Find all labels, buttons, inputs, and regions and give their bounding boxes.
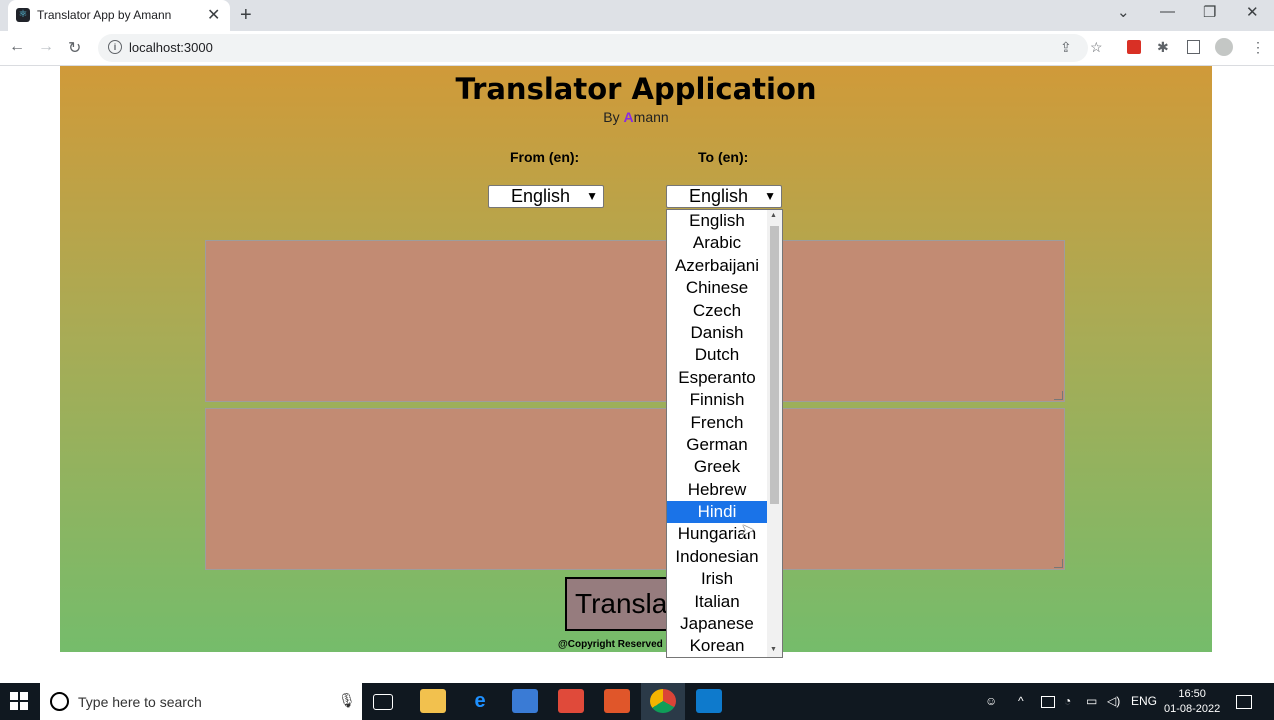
- dropdown-option[interactable]: Hebrew: [667, 479, 767, 501]
- dropdown-option[interactable]: Czech: [667, 300, 767, 322]
- to-language-value: English: [689, 186, 749, 206]
- page-title: Translator Application: [455, 72, 817, 106]
- new-tab-button[interactable]: +: [240, 4, 252, 27]
- battery-icon[interactable]: ▭: [1086, 694, 1097, 708]
- resize-grip-icon[interactable]: [1054, 559, 1063, 568]
- chevron-down-icon: ▼: [764, 189, 776, 203]
- browser-tab[interactable]: ⚛ Translator App by Amann ✕: [8, 0, 230, 31]
- address-bar[interactable]: i localhost:3000 ⇪: [98, 34, 1088, 62]
- translated-text-output[interactable]: [205, 408, 1065, 570]
- scrollbar-thumb[interactable]: [770, 226, 779, 504]
- dropdown-option[interactable]: Korean: [667, 635, 767, 657]
- clock-date: 01-08-2022: [1164, 703, 1221, 715]
- chevron-down-icon: ▼: [586, 189, 598, 203]
- dropdown-option[interactable]: English: [667, 210, 767, 232]
- menu-kebab-icon[interactable]: ⋮: [1251, 39, 1265, 56]
- dropdown-option[interactable]: Arabic: [667, 232, 767, 254]
- dropdown-option[interactable]: Greek: [667, 456, 767, 478]
- byline-accent: A: [623, 109, 634, 125]
- restore-button[interactable]: ❐: [1203, 3, 1216, 21]
- tab-close-icon[interactable]: ✕: [207, 5, 220, 25]
- scroll-down-arrow-icon[interactable]: ▼: [770, 646, 777, 653]
- forward-icon[interactable]: →: [38, 38, 54, 56]
- from-language-select[interactable]: English ▼: [488, 185, 604, 208]
- dropdown-option[interactable]: Finnish: [667, 389, 767, 411]
- byline-rest: mann: [633, 109, 669, 125]
- system-clock[interactable]: 16:50 01-08-2022: [1164, 687, 1220, 717]
- extension-red-icon[interactable]: [1127, 40, 1141, 54]
- microphone-icon[interactable]: 🎙: [338, 692, 356, 709]
- vscode-icon[interactable]: [696, 689, 722, 713]
- byline: By Amann: [60, 109, 1212, 125]
- copyright-text: @Copyright Reserved: [558, 639, 663, 650]
- from-language-value: English: [511, 186, 571, 206]
- browser-toolbar: ← → ↻ i localhost:3000 ⇪ ☆ ✱ ⋮: [0, 31, 1274, 66]
- side-panel-icon[interactable]: [1187, 40, 1200, 54]
- microsoft-store-icon[interactable]: [512, 689, 538, 713]
- extensions-puzzle-icon[interactable]: ✱: [1157, 39, 1169, 56]
- reload-icon[interactable]: ↻: [68, 38, 81, 58]
- dropdown-option[interactable]: Azerbaijani: [667, 255, 767, 277]
- mail-app-icon[interactable]: [558, 689, 584, 713]
- minimize-button[interactable]: —: [1160, 3, 1175, 20]
- chrome-icon[interactable]: [650, 689, 676, 713]
- url-text[interactable]: localhost:3000: [129, 40, 213, 55]
- close-window-button[interactable]: ✕: [1246, 3, 1259, 21]
- scroll-up-arrow-icon[interactable]: ▲: [770, 212, 777, 219]
- back-icon[interactable]: ←: [9, 38, 25, 56]
- edge-browser-icon[interactable]: e: [467, 689, 493, 713]
- tab-strip: ⚛ Translator App by Amann ✕ + ⌄ — ❐ ✕: [0, 0, 1274, 31]
- cortana-circle-icon: [50, 692, 69, 711]
- dropdown-option[interactable]: Danish: [667, 322, 767, 344]
- byline-prefix: By: [603, 109, 624, 125]
- people-icon[interactable]: ☺: [985, 694, 997, 708]
- react-favicon-icon: ⚛: [16, 8, 30, 22]
- dropdown-scrollbar[interactable]: ▲ ▼: [767, 210, 782, 657]
- app-page: Translator Application By Amann From (en…: [60, 66, 1212, 652]
- profile-avatar-icon[interactable]: [1215, 38, 1233, 56]
- site-info-icon[interactable]: i: [108, 40, 122, 54]
- dropdown-option[interactable]: Irish: [667, 568, 767, 590]
- tab-title: Translator App by Amann: [37, 8, 172, 22]
- taskbar-search-box[interactable]: Type here to search 🎙: [40, 683, 362, 720]
- tab-search-chevron-icon[interactable]: ⌄: [1117, 3, 1130, 21]
- bookmark-star-icon[interactable]: ☆: [1090, 39, 1103, 56]
- source-text-input[interactable]: [205, 240, 1065, 402]
- dropdown-option[interactable]: Japanese: [667, 613, 767, 635]
- network-icon[interactable]: ◔: [1064, 694, 1071, 708]
- resize-grip-icon[interactable]: [1054, 391, 1063, 400]
- tray-app-icon[interactable]: [1041, 696, 1055, 708]
- dropdown-option[interactable]: French: [667, 412, 767, 434]
- to-language-select[interactable]: English ▼: [666, 185, 782, 208]
- dropdown-option[interactable]: Chinese: [667, 277, 767, 299]
- dropdown-options: English Arabic Azerbaijani Chinese Czech Dani…: [667, 210, 782, 657]
- taskbar-search-placeholder: Type here to search: [78, 694, 202, 710]
- dropdown-option[interactable]: Dutch: [667, 344, 767, 366]
- share-icon[interactable]: ⇪: [1060, 39, 1072, 56]
- from-language-label: From (en):: [510, 149, 580, 165]
- powerpoint-icon[interactable]: [604, 689, 630, 713]
- clock-time: 16:50: [1178, 688, 1206, 700]
- to-language-dropdown-list[interactable]: English Arabic Azerbaijani Chinese Czech Dani…: [666, 209, 783, 658]
- dropdown-option[interactable]: Esperanto: [667, 367, 767, 389]
- dropdown-option[interactable]: Indonesian: [667, 546, 767, 568]
- notifications-icon[interactable]: [1236, 695, 1252, 709]
- mouse-cursor-icon: ➤: [741, 522, 755, 539]
- task-view-icon[interactable]: [373, 694, 393, 710]
- file-explorer-icon[interactable]: [420, 689, 446, 713]
- tray-chevron-up-icon[interactable]: ^: [1018, 694, 1024, 708]
- windows-start-icon[interactable]: [10, 692, 28, 710]
- dropdown-option[interactable]: German: [667, 434, 767, 456]
- language-indicator[interactable]: ENG: [1131, 694, 1157, 708]
- volume-icon[interactable]: ◁): [1107, 694, 1120, 708]
- to-language-label: To (en):: [698, 149, 749, 165]
- windows-taskbar: Type here to search 🎙 e ☺ ^ ◔ ▭ ◁) ENG 1…: [0, 683, 1274, 720]
- dropdown-option[interactable]: Italian: [667, 591, 767, 613]
